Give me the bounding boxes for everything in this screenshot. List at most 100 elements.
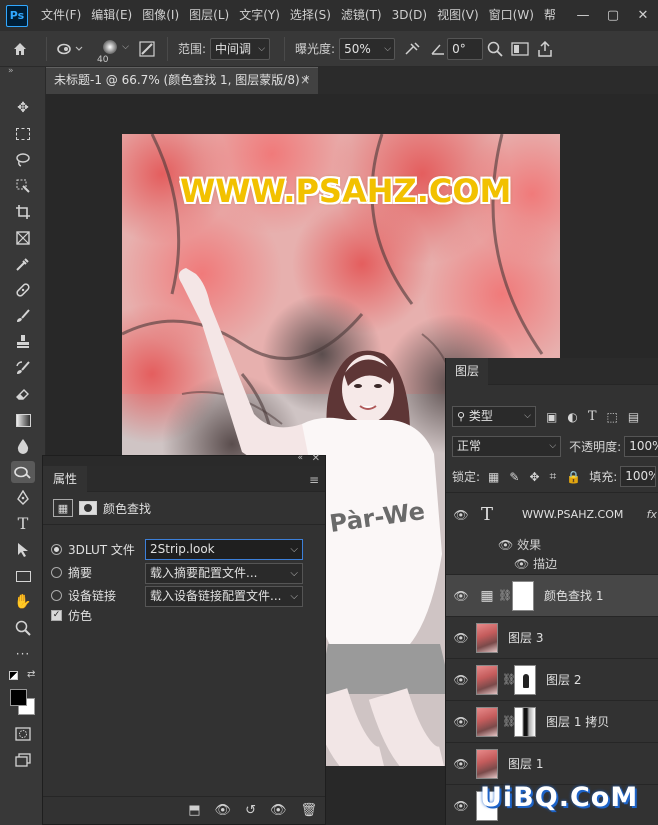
visibility-icon[interactable]: 👁 xyxy=(270,803,287,818)
range-select[interactable]: 中间调 ⌵ xyxy=(210,37,271,60)
fill-input[interactable]: 100% xyxy=(620,466,657,487)
lock-pixels-icon[interactable]: ✎ xyxy=(509,470,519,484)
panel-menu-icon[interactable]: ≡ xyxy=(309,473,319,487)
layer-row-1-copy[interactable]: 👁 ⛓ 图层 1 拷贝 xyxy=(446,700,658,742)
menu-3d[interactable]: 3D(D) xyxy=(387,0,432,31)
eye-icon[interactable]: 👁 xyxy=(446,673,476,687)
device-link-option[interactable]: 设备链接 xyxy=(51,584,116,606)
screen-mode-icon[interactable] xyxy=(11,749,35,771)
eye-icon[interactable]: 👁 xyxy=(446,715,476,729)
adjustment-grid-icon[interactable]: ▦ xyxy=(53,499,73,517)
exposure-input[interactable]: 50% ⌵ xyxy=(339,37,396,60)
lasso-tool-icon[interactable] xyxy=(11,149,35,171)
eye-icon[interactable]: 👁 xyxy=(446,589,476,603)
dither-option[interactable]: ✓ 仿色 xyxy=(51,604,92,626)
lock-artboard-icon[interactable]: ⌗ xyxy=(550,469,557,484)
menu-layer[interactable]: 图层(L) xyxy=(184,0,234,31)
device-link-radio[interactable] xyxy=(51,589,62,601)
pen-tool-icon[interactable] xyxy=(11,487,35,509)
move-tool-icon[interactable]: ✥ xyxy=(11,97,35,119)
properties-tab[interactable]: 属性 xyxy=(43,465,88,492)
blur-tool-icon[interactable] xyxy=(11,435,35,457)
delete-icon[interactable]: 🗑 xyxy=(300,803,317,818)
airbrush-icon[interactable] xyxy=(395,35,429,63)
layer-thumbnail[interactable] xyxy=(476,664,498,695)
foreground-color-swatch[interactable] xyxy=(10,689,27,706)
quick-select-tool-icon[interactable] xyxy=(11,175,35,197)
document-tab[interactable]: 未标题-1 @ 66.7% (颜色查找 1, 图层蒙版/8) * × xyxy=(46,67,318,94)
stroke-effect-row[interactable]: 👁 描边 xyxy=(514,555,557,572)
lut-file-select[interactable]: 2Strip.look ⌵ xyxy=(145,539,303,560)
lock-position-icon[interactable]: ✥ xyxy=(529,470,539,484)
brush-picker[interactable]: 40 ⌵ xyxy=(87,35,133,65)
brush-tool-icon[interactable] xyxy=(11,305,35,327)
hand-tool-icon[interactable]: ✋ xyxy=(11,591,35,613)
layer-row-2[interactable]: 👁 ⛓ 图层 2 xyxy=(446,658,658,700)
crop-tool-icon[interactable] xyxy=(11,201,35,223)
menu-select[interactable]: 选择(S) xyxy=(285,0,336,31)
eye-icon[interactable]: 👁 xyxy=(446,757,476,771)
link-icon[interactable]: ⛓ xyxy=(498,589,512,602)
maximize-button[interactable]: ▢ xyxy=(598,8,628,23)
brush-settings-icon[interactable] xyxy=(133,35,161,63)
menu-type[interactable]: 文字(Y) xyxy=(234,0,285,31)
healing-brush-tool-icon[interactable] xyxy=(11,279,35,301)
angle-input[interactable]: 0° xyxy=(447,37,484,60)
eyedropper-tool-icon[interactable] xyxy=(11,253,35,275)
filter-pixel-icon[interactable]: ▣ xyxy=(546,410,557,424)
eye-icon[interactable]: 👁 xyxy=(498,538,513,552)
layer-row-3[interactable]: 👁 图层 3 xyxy=(446,616,658,658)
collapse-icon[interactable]: » xyxy=(8,66,14,76)
layer-mask-thumbnail[interactable] xyxy=(514,664,536,695)
menu-window[interactable]: 窗口(W) xyxy=(484,0,539,31)
layer-row-text[interactable]: 👁 T WWW.PSAHZ.COM fx xyxy=(446,492,658,536)
device-link-select[interactable]: 载入设备链接配置文件... ⌵ xyxy=(145,586,303,607)
eye-icon[interactable]: 👁 xyxy=(514,557,529,571)
abstract-radio[interactable] xyxy=(51,566,62,578)
workspace-icon[interactable] xyxy=(507,35,533,63)
eye-icon[interactable]: 👁 xyxy=(446,631,476,645)
layer-thumbnail[interactable] xyxy=(476,622,498,653)
rectangle-tool-icon[interactable] xyxy=(11,565,35,587)
quick-mask-icon[interactable] xyxy=(11,723,35,745)
layers-tab[interactable]: 图层 xyxy=(446,358,489,385)
filter-type-icon[interactable]: T xyxy=(588,409,597,424)
menu-edit[interactable]: 编辑(E) xyxy=(86,0,137,31)
reset-icon[interactable]: ↺ xyxy=(245,803,256,818)
menu-view[interactable]: 视图(V) xyxy=(432,0,484,31)
filter-shape-icon[interactable]: ⬚ xyxy=(607,410,618,424)
dodge-tool-icon[interactable] xyxy=(11,461,35,483)
history-brush-tool-icon[interactable] xyxy=(11,357,35,379)
lock-transparent-icon[interactable]: ▦ xyxy=(488,470,499,484)
filter-adjustment-icon[interactable]: ◐ xyxy=(567,410,577,424)
home-icon[interactable] xyxy=(0,35,40,63)
frame-tool-icon[interactable] xyxy=(11,227,35,249)
layer-thumbnail[interactable] xyxy=(476,706,498,737)
close-button[interactable]: ✕ xyxy=(628,8,658,23)
layer-row-color-lookup[interactable]: 👁 ▦ ⛓ 颜色查找 1 xyxy=(446,574,658,616)
menu-help[interactable]: 帮 xyxy=(539,0,561,31)
menu-filter[interactable]: 滤镜(T) xyxy=(336,0,387,31)
clone-stamp-tool-icon[interactable] xyxy=(11,331,35,353)
abstract-option[interactable]: 摘要 xyxy=(51,561,92,583)
menu-image[interactable]: 图像(I) xyxy=(137,0,184,31)
layer-mask-thumbnail[interactable] xyxy=(512,580,534,611)
collapse-panel-icon[interactable]: « xyxy=(297,453,303,463)
type-tool-icon[interactable]: T xyxy=(11,513,35,535)
lut-option[interactable]: 3DLUT 文件 xyxy=(51,538,135,560)
share-icon[interactable] xyxy=(533,35,557,63)
layer-filter-select[interactable]: ⚲ 类型 ⌵ xyxy=(452,406,536,427)
opacity-input[interactable]: 100% xyxy=(624,436,658,457)
mask-icon[interactable] xyxy=(79,501,97,515)
layer-mask-thumbnail[interactable] xyxy=(514,706,536,737)
link-icon[interactable]: ⛓ xyxy=(502,673,516,686)
eraser-tool-icon[interactable] xyxy=(11,383,35,405)
more-tools-icon[interactable]: ··· xyxy=(11,643,35,665)
path-selection-tool-icon[interactable] xyxy=(11,539,35,561)
effects-row[interactable]: 👁 效果 xyxy=(498,536,541,553)
view-previous-icon[interactable]: 👁 xyxy=(215,803,232,818)
marquee-tool-icon[interactable] xyxy=(11,123,35,145)
lut-radio[interactable] xyxy=(51,543,62,555)
search-icon[interactable] xyxy=(483,35,507,63)
zoom-tool-icon[interactable] xyxy=(11,617,35,639)
